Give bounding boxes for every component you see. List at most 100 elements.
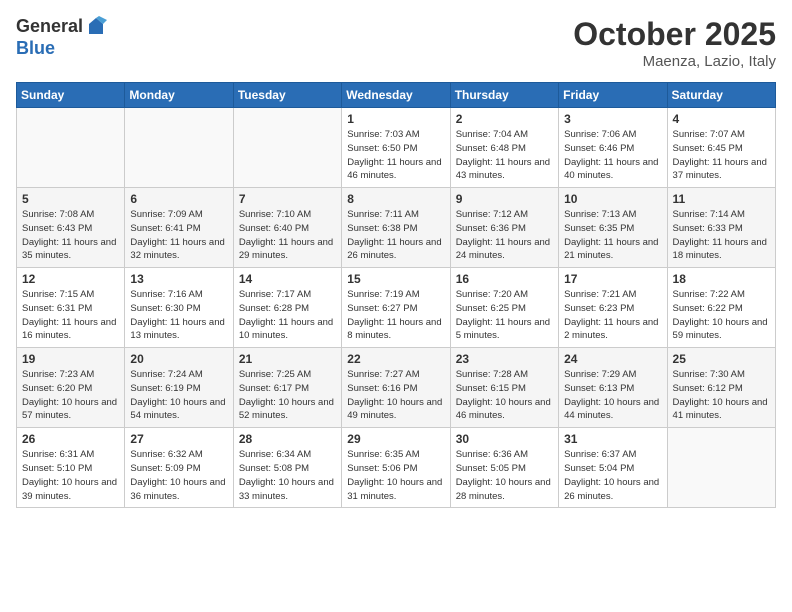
calendar-cell: 4 Sunrise: 7:07 AM Sunset: 6:45 PM Daylig… bbox=[667, 108, 775, 188]
day-number: 15 bbox=[347, 272, 444, 286]
calendar-week-row: 26 Sunrise: 6:31 AM Sunset: 5:10 PM Dayli… bbox=[17, 428, 776, 508]
day-info: Sunrise: 7:14 AM Sunset: 6:33 PM Dayligh… bbox=[673, 208, 770, 263]
day-info: Sunrise: 6:36 AM Sunset: 5:05 PM Dayligh… bbox=[456, 448, 553, 503]
day-info: Sunrise: 7:24 AM Sunset: 6:19 PM Dayligh… bbox=[130, 368, 227, 423]
month-title: October 2025 bbox=[573, 16, 776, 53]
day-info: Sunrise: 7:12 AM Sunset: 6:36 PM Dayligh… bbox=[456, 208, 553, 263]
day-number: 10 bbox=[564, 192, 661, 206]
column-header-sunday: Sunday bbox=[17, 83, 125, 108]
calendar-cell bbox=[233, 108, 341, 188]
day-number: 9 bbox=[456, 192, 553, 206]
day-number: 3 bbox=[564, 112, 661, 126]
day-number: 16 bbox=[456, 272, 553, 286]
calendar-cell: 23Sunrise: 7:28 AM Sunset: 6:15 PM Dayli… bbox=[450, 348, 558, 428]
day-number: 6 bbox=[130, 192, 227, 206]
calendar-cell: 14 Sunrise: 7:17 AM Sunset: 6:28 PM Dayli… bbox=[233, 268, 341, 348]
day-info: Sunrise: 7:07 AM Sunset: 6:45 PM Dayligh… bbox=[673, 128, 770, 183]
day-number: 18 bbox=[673, 272, 770, 286]
day-info: Sunrise: 7:13 AM Sunset: 6:35 PM Dayligh… bbox=[564, 208, 661, 263]
logo-icon bbox=[85, 16, 107, 38]
logo-blue: Blue bbox=[16, 38, 107, 60]
day-number: 26 bbox=[22, 432, 119, 446]
day-info: Sunrise: 7:10 AM Sunset: 6:40 PM Dayligh… bbox=[239, 208, 336, 263]
day-number: 8 bbox=[347, 192, 444, 206]
day-number: 17 bbox=[564, 272, 661, 286]
calendar-cell: 11 Sunrise: 7:14 AM Sunset: 6:33 PM Dayli… bbox=[667, 188, 775, 268]
calendar-week-row: 5Sunrise: 7:08 AM Sunset: 6:43 PM Daylig… bbox=[17, 188, 776, 268]
logo-general: General bbox=[16, 16, 83, 38]
calendar-cell: 24 Sunrise: 7:29 AM Sunset: 6:13 PM Dayli… bbox=[559, 348, 667, 428]
calendar-cell: 6 Sunrise: 7:09 AM Sunset: 6:41 PM Daylig… bbox=[125, 188, 233, 268]
column-header-saturday: Saturday bbox=[667, 83, 775, 108]
title-block: October 2025 Maenza, Lazio, Italy bbox=[573, 16, 776, 70]
day-info: Sunrise: 7:28 AM Sunset: 6:15 PM Dayligh… bbox=[456, 368, 553, 423]
calendar-week-row: 1 Sunrise: 7:03 AM Sunset: 6:50 PM Daylig… bbox=[17, 108, 776, 188]
column-header-wednesday: Wednesday bbox=[342, 83, 450, 108]
column-header-friday: Friday bbox=[559, 83, 667, 108]
calendar-cell: 27Sunrise: 6:32 AM Sunset: 5:09 PM Dayli… bbox=[125, 428, 233, 508]
calendar-week-row: 19 Sunrise: 7:23 AM Sunset: 6:20 PM Dayli… bbox=[17, 348, 776, 428]
day-number: 13 bbox=[130, 272, 227, 286]
calendar-week-row: 12 Sunrise: 7:15 AM Sunset: 6:31 PM Dayli… bbox=[17, 268, 776, 348]
day-info: Sunrise: 7:22 AM Sunset: 6:22 PM Dayligh… bbox=[673, 288, 770, 343]
day-number: 12 bbox=[22, 272, 119, 286]
calendar-cell: 28 Sunrise: 6:34 AM Sunset: 5:08 PM Dayli… bbox=[233, 428, 341, 508]
day-info: Sunrise: 7:06 AM Sunset: 6:46 PM Dayligh… bbox=[564, 128, 661, 183]
day-number: 7 bbox=[239, 192, 336, 206]
calendar-cell: 30 Sunrise: 6:36 AM Sunset: 5:05 PM Dayli… bbox=[450, 428, 558, 508]
day-info: Sunrise: 7:19 AM Sunset: 6:27 PM Dayligh… bbox=[347, 288, 444, 343]
calendar-cell: 15 Sunrise: 7:19 AM Sunset: 6:27 PM Dayli… bbox=[342, 268, 450, 348]
day-number: 25 bbox=[673, 352, 770, 366]
day-info: Sunrise: 7:21 AM Sunset: 6:23 PM Dayligh… bbox=[564, 288, 661, 343]
calendar-cell: 20 Sunrise: 7:24 AM Sunset: 6:19 PM Dayli… bbox=[125, 348, 233, 428]
day-info: Sunrise: 7:29 AM Sunset: 6:13 PM Dayligh… bbox=[564, 368, 661, 423]
day-info: Sunrise: 7:15 AM Sunset: 6:31 PM Dayligh… bbox=[22, 288, 119, 343]
day-info: Sunrise: 6:31 AM Sunset: 5:10 PM Dayligh… bbox=[22, 448, 119, 503]
calendar-header-row: SundayMondayTuesdayWednesdayThursdayFrid… bbox=[17, 83, 776, 108]
day-number: 24 bbox=[564, 352, 661, 366]
calendar-cell bbox=[17, 108, 125, 188]
location: Maenza, Lazio, Italy bbox=[573, 53, 776, 70]
calendar-cell: 31 Sunrise: 6:37 AM Sunset: 5:04 PM Dayli… bbox=[559, 428, 667, 508]
calendar-cell: 9 Sunrise: 7:12 AM Sunset: 6:36 PM Daylig… bbox=[450, 188, 558, 268]
day-number: 22 bbox=[347, 352, 444, 366]
calendar-cell: 26 Sunrise: 6:31 AM Sunset: 5:10 PM Dayli… bbox=[17, 428, 125, 508]
calendar-cell: 13Sunrise: 7:16 AM Sunset: 6:30 PM Dayli… bbox=[125, 268, 233, 348]
calendar-cell: 25 Sunrise: 7:30 AM Sunset: 6:12 PM Dayli… bbox=[667, 348, 775, 428]
column-header-tuesday: Tuesday bbox=[233, 83, 341, 108]
day-number: 29 bbox=[347, 432, 444, 446]
calendar-cell: 8 Sunrise: 7:11 AM Sunset: 6:38 PM Daylig… bbox=[342, 188, 450, 268]
day-info: Sunrise: 7:23 AM Sunset: 6:20 PM Dayligh… bbox=[22, 368, 119, 423]
calendar-cell: 7 Sunrise: 7:10 AM Sunset: 6:40 PM Daylig… bbox=[233, 188, 341, 268]
day-number: 19 bbox=[22, 352, 119, 366]
day-number: 11 bbox=[673, 192, 770, 206]
day-number: 31 bbox=[564, 432, 661, 446]
day-number: 5 bbox=[22, 192, 119, 206]
logo: General Blue bbox=[16, 16, 107, 60]
day-info: Sunrise: 7:11 AM Sunset: 6:38 PM Dayligh… bbox=[347, 208, 444, 263]
calendar-cell: 2Sunrise: 7:04 AM Sunset: 6:48 PM Daylig… bbox=[450, 108, 558, 188]
column-header-monday: Monday bbox=[125, 83, 233, 108]
day-info: Sunrise: 7:04 AM Sunset: 6:48 PM Dayligh… bbox=[456, 128, 553, 183]
day-info: Sunrise: 6:37 AM Sunset: 5:04 PM Dayligh… bbox=[564, 448, 661, 503]
day-info: Sunrise: 7:25 AM Sunset: 6:17 PM Dayligh… bbox=[239, 368, 336, 423]
day-number: 30 bbox=[456, 432, 553, 446]
day-info: Sunrise: 7:09 AM Sunset: 6:41 PM Dayligh… bbox=[130, 208, 227, 263]
day-number: 14 bbox=[239, 272, 336, 286]
calendar-cell: 16Sunrise: 7:20 AM Sunset: 6:25 PM Dayli… bbox=[450, 268, 558, 348]
day-info: Sunrise: 7:27 AM Sunset: 6:16 PM Dayligh… bbox=[347, 368, 444, 423]
calendar-cell: 29Sunrise: 6:35 AM Sunset: 5:06 PM Dayli… bbox=[342, 428, 450, 508]
column-header-thursday: Thursday bbox=[450, 83, 558, 108]
day-number: 1 bbox=[347, 112, 444, 126]
day-number: 4 bbox=[673, 112, 770, 126]
calendar-cell: 10 Sunrise: 7:13 AM Sunset: 6:35 PM Dayli… bbox=[559, 188, 667, 268]
day-number: 20 bbox=[130, 352, 227, 366]
day-info: Sunrise: 7:17 AM Sunset: 6:28 PM Dayligh… bbox=[239, 288, 336, 343]
day-info: Sunrise: 7:30 AM Sunset: 6:12 PM Dayligh… bbox=[673, 368, 770, 423]
calendar-cell: 3 Sunrise: 7:06 AM Sunset: 6:46 PM Daylig… bbox=[559, 108, 667, 188]
calendar-table: SundayMondayTuesdayWednesdayThursdayFrid… bbox=[16, 82, 776, 508]
day-number: 28 bbox=[239, 432, 336, 446]
day-info: Sunrise: 6:34 AM Sunset: 5:08 PM Dayligh… bbox=[239, 448, 336, 503]
calendar-cell: 17 Sunrise: 7:21 AM Sunset: 6:23 PM Dayli… bbox=[559, 268, 667, 348]
day-info: Sunrise: 7:03 AM Sunset: 6:50 PM Dayligh… bbox=[347, 128, 444, 183]
